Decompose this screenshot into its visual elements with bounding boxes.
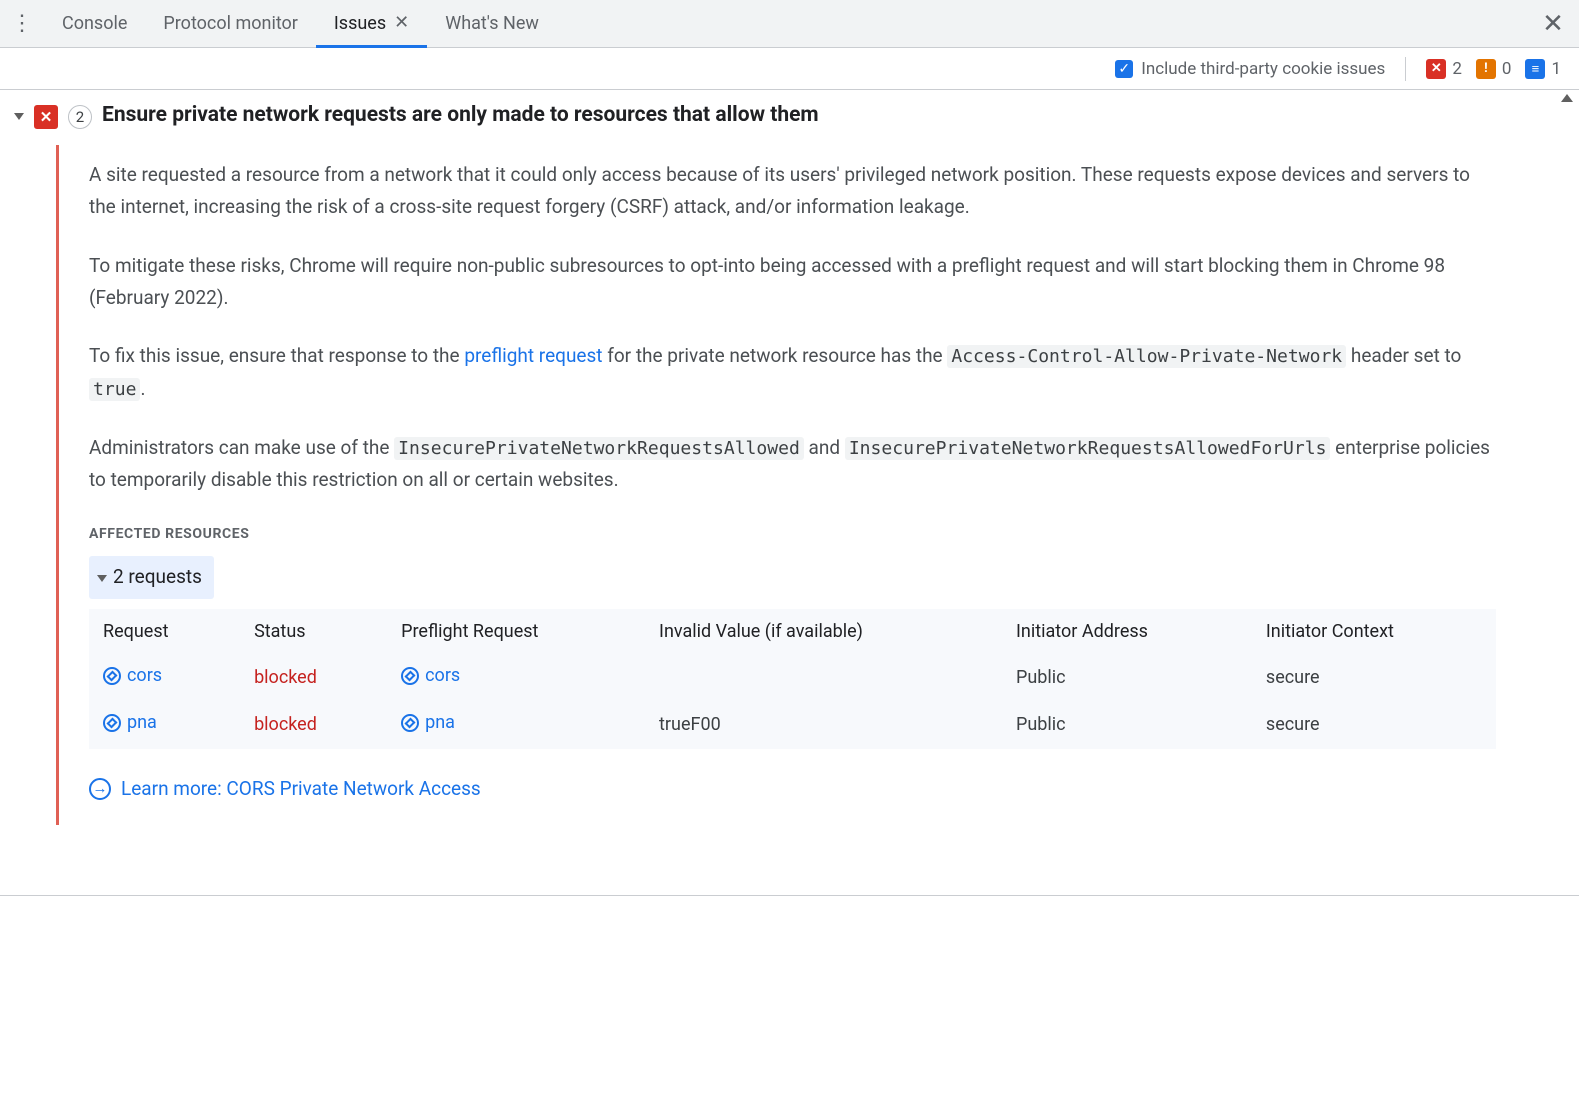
preflight-link[interactable]: pna: [401, 708, 455, 739]
status-blocked: blocked: [254, 667, 317, 688]
header-value-code: true: [89, 378, 140, 401]
affected-requests-table: Request Status Preflight Request Invalid…: [89, 609, 1496, 749]
request-link[interactable]: pna: [103, 708, 157, 739]
issue-title: Ensure private network requests are only…: [102, 103, 819, 127]
col-status: Status: [240, 609, 387, 656]
table-row: pna blocked pna trueF00 Public secure: [89, 702, 1496, 749]
tab-label: Protocol monitor: [163, 13, 298, 34]
request-link[interactable]: cors: [103, 661, 162, 692]
invalid-value: trueF00: [645, 702, 1002, 749]
expand-triangle-icon: [97, 575, 107, 582]
scrollbar-up-icon[interactable]: [1561, 94, 1573, 102]
error-count-badge[interactable]: ✕ 2: [1426, 59, 1462, 79]
text-fragment: header set to: [1346, 344, 1461, 367]
tab-protocol-monitor[interactable]: Protocol monitor: [145, 1, 316, 48]
learn-more-link[interactable]: Learn more: CORS Private Network Access: [121, 773, 481, 805]
issues-options-bar: ✓ Include third-party cookie issues ✕ 2 …: [0, 48, 1579, 90]
invalid-value: [645, 655, 1002, 702]
initiator-address: Public: [1002, 702, 1252, 749]
drawer-tabbar: ⋮ Console Protocol monitor Issues ✕ What…: [0, 0, 1579, 48]
tab-label: Console: [62, 13, 127, 34]
col-request: Request: [89, 609, 240, 656]
preflight-link[interactable]: cors: [401, 661, 460, 692]
issue-header-row[interactable]: ✕ 2 Ensure private network requests are …: [14, 104, 1539, 129]
error-icon: ✕: [34, 105, 58, 129]
status-blocked: blocked: [254, 714, 317, 735]
col-initiator-ctx: Initiator Context: [1252, 609, 1496, 656]
request-name: pna: [127, 708, 157, 739]
error-icon: ✕: [1426, 59, 1446, 79]
text-fragment: .: [140, 377, 145, 400]
policy-code: InsecurePrivateNetworkRequestsAllowedFor…: [845, 437, 1331, 460]
table-row: cors blocked cors Public secure: [89, 655, 1496, 702]
close-drawer-button[interactable]: ✕: [1527, 0, 1579, 47]
drawer-tabs: Console Protocol monitor Issues ✕ What's…: [44, 0, 557, 47]
arrow-right-circle-icon: →: [89, 778, 111, 800]
col-initiator-addr: Initiator Address: [1002, 609, 1252, 656]
info-count-badge[interactable]: ≡ 1: [1525, 59, 1561, 79]
tab-label: Issues: [334, 13, 386, 34]
issue-paragraph: To fix this issue, ensure that response …: [89, 340, 1496, 405]
text-fragment: Administrators can make use of the: [89, 436, 394, 459]
close-tab-icon[interactable]: ✕: [394, 14, 409, 32]
warning-icon: !: [1476, 59, 1496, 79]
learn-more-row: → Learn more: CORS Private Network Acces…: [89, 773, 481, 805]
warning-count-badge[interactable]: ! 0: [1476, 59, 1512, 79]
tab-label: What's New: [445, 13, 539, 34]
issue-count-chip: 2: [68, 105, 92, 129]
divider: [1405, 57, 1406, 81]
tab-whats-new[interactable]: What's New: [427, 1, 557, 48]
expand-triangle-icon[interactable]: [14, 113, 24, 120]
tab-issues[interactable]: Issues ✕: [316, 1, 427, 48]
policy-code: InsecurePrivateNetworkRequestsAllowed: [394, 437, 804, 460]
header-name-code: Access-Control-Allow-Private-Network: [947, 345, 1346, 368]
tab-console[interactable]: Console: [44, 1, 145, 48]
checkbox-label: Include third-party cookie issues: [1141, 59, 1385, 79]
preflight-name: pna: [425, 708, 455, 739]
network-icon: [103, 667, 121, 685]
network-icon: [401, 714, 419, 732]
text-fragment: for the private network resource has the: [603, 344, 948, 367]
warning-count: 0: [1502, 59, 1512, 79]
network-icon: [401, 667, 419, 685]
issues-content-area: ✕ 2 Ensure private network requests are …: [0, 90, 1579, 896]
issue-paragraph: A site requested a resource from a netwo…: [89, 159, 1496, 224]
checkbox-checked-icon: ✓: [1115, 60, 1133, 78]
info-icon: ≡: [1525, 59, 1545, 79]
more-tabs-menu[interactable]: ⋮: [0, 0, 44, 47]
initiator-context: secure: [1252, 655, 1496, 702]
col-invalid-value: Invalid Value (if available): [645, 609, 1002, 656]
issue-count-value: 2: [76, 108, 84, 126]
affected-resources-label: AFFECTED RESOURCES: [89, 523, 1496, 547]
col-preflight: Preflight Request: [387, 609, 645, 656]
include-third-party-cookie-checkbox[interactable]: ✓ Include third-party cookie issues: [1115, 59, 1385, 79]
issue-body: A site requested a resource from a netwo…: [56, 145, 1496, 825]
initiator-address: Public: [1002, 655, 1252, 702]
issue-paragraph: Administrators can make use of the Insec…: [89, 432, 1496, 497]
info-count: 1: [1551, 59, 1561, 79]
initiator-context: secure: [1252, 702, 1496, 749]
network-icon: [103, 714, 121, 732]
text-fragment: and: [804, 436, 845, 459]
text-fragment: To fix this issue, ensure that response …: [89, 344, 464, 367]
request-name: cors: [127, 661, 162, 692]
issue-paragraph: To mitigate these risks, Chrome will req…: [89, 250, 1496, 315]
requests-summary-text: 2 requests: [113, 561, 202, 593]
requests-summary-toggle[interactable]: 2 requests: [89, 556, 214, 598]
preflight-request-link[interactable]: preflight request: [464, 344, 602, 367]
footer-divider: [0, 895, 1579, 896]
preflight-name: cors: [425, 661, 460, 692]
issue-count-badges: ✕ 2 ! 0 ≡ 1: [1426, 59, 1561, 79]
error-count: 2: [1452, 59, 1462, 79]
